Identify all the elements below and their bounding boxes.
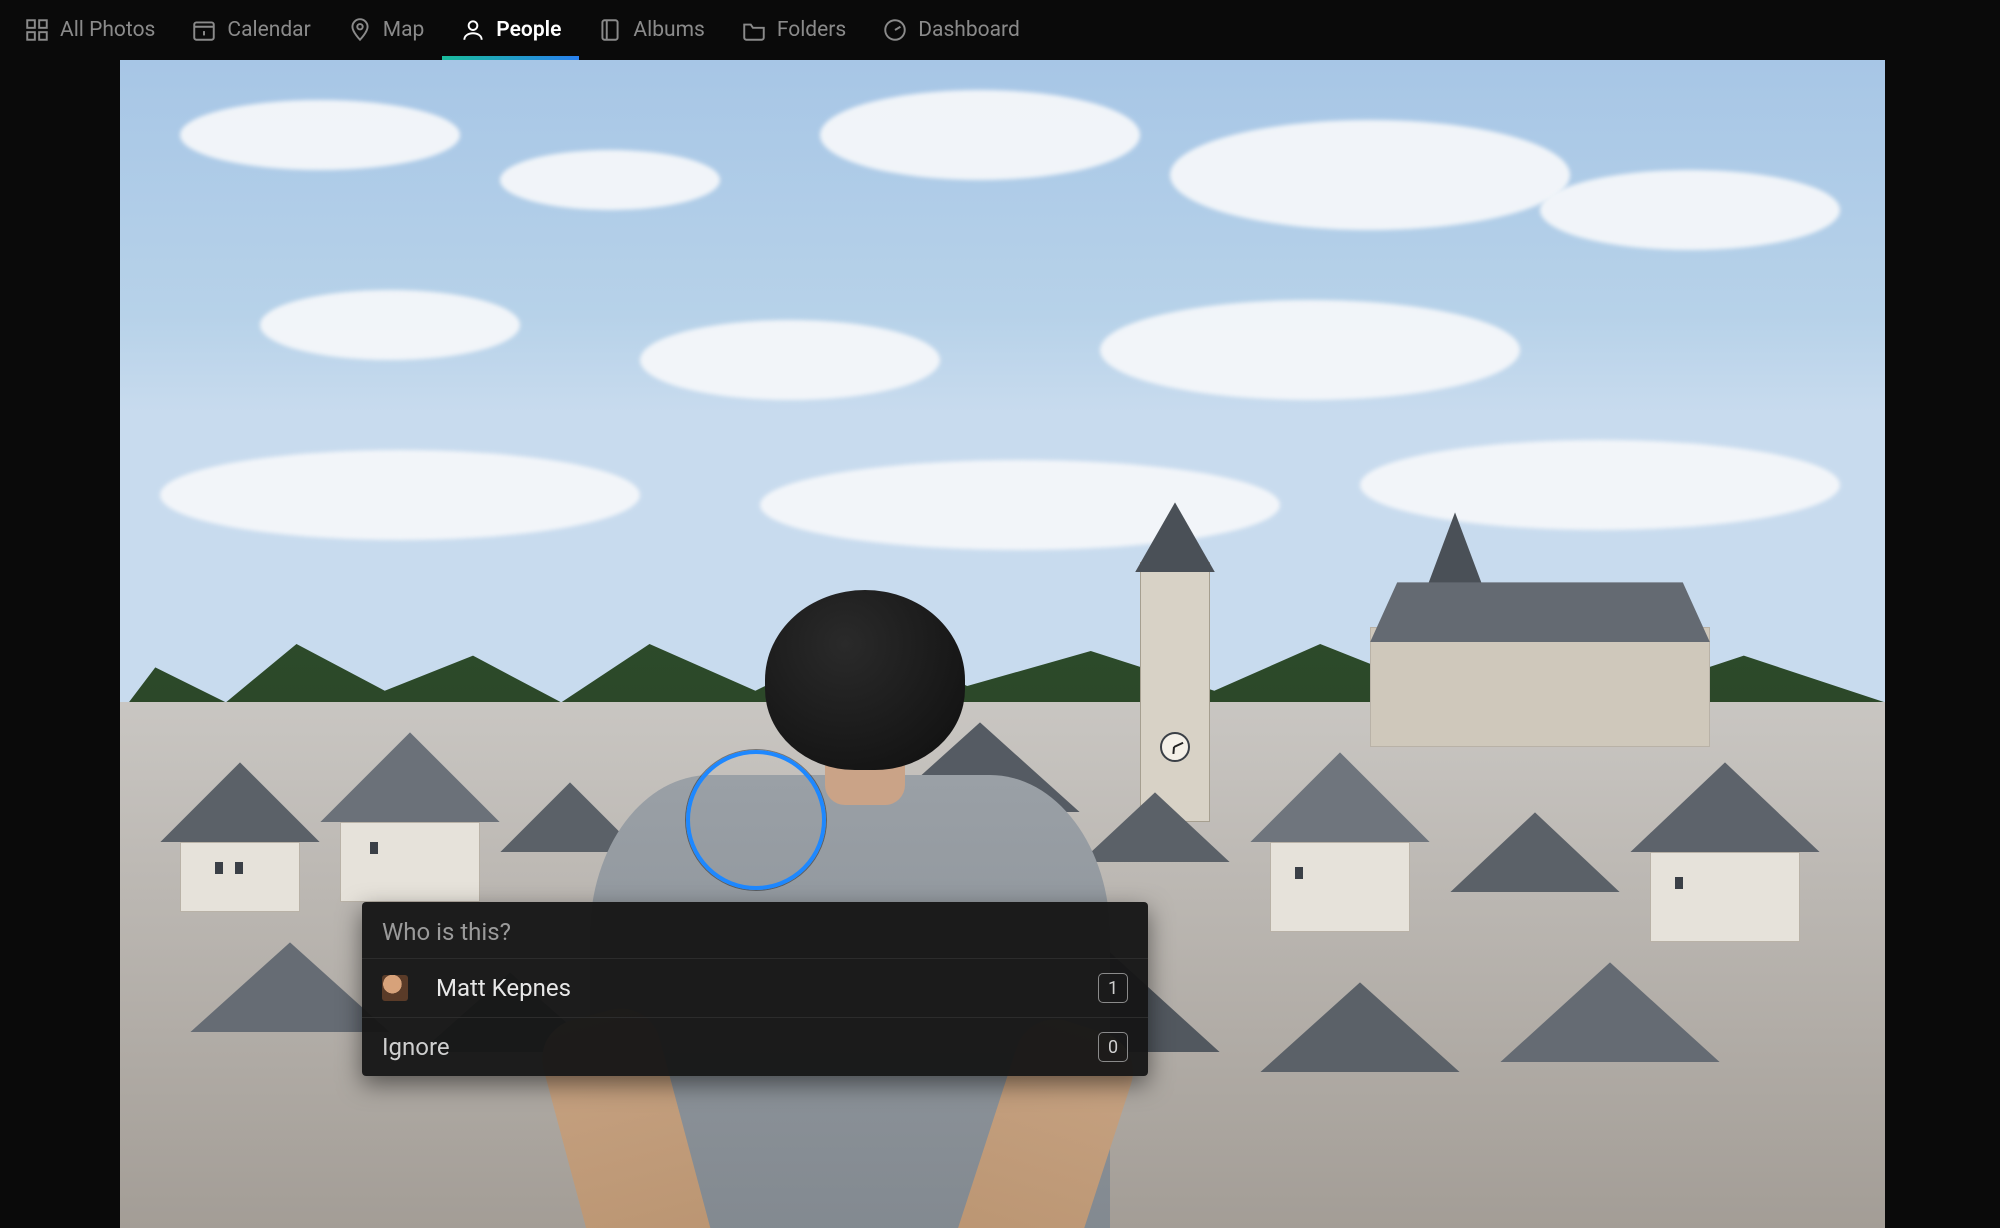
suggestion-name: Matt Kepnes [436, 974, 1098, 1002]
grid-icon [24, 17, 50, 43]
calendar-icon [191, 17, 217, 43]
suggestion-row[interactable]: Matt Kepnes 1 [362, 958, 1148, 1017]
nav-label: Albums [633, 18, 704, 42]
nav-map[interactable]: Map [329, 0, 443, 60]
nav-people[interactable]: People [442, 0, 579, 60]
nav-albums[interactable]: Albums [579, 0, 722, 60]
nav-label: Calendar [227, 18, 310, 42]
person-icon [460, 17, 486, 43]
popover-prompt: Who is this? [362, 902, 1148, 958]
ignore-row[interactable]: Ignore 0 [362, 1017, 1148, 1076]
nav-label: People [496, 18, 561, 42]
nav-all-photos[interactable]: All Photos [6, 0, 173, 60]
nav-calendar[interactable]: Calendar [173, 0, 328, 60]
keyboard-shortcut-badge: 0 [1098, 1032, 1128, 1062]
nav-label: Dashboard [918, 18, 1020, 42]
ignore-label: Ignore [382, 1033, 1098, 1061]
photo-viewer[interactable]: Who is this? Matt Kepnes 1 Ignore 0 [120, 60, 1885, 1228]
album-icon [597, 17, 623, 43]
nav-label: All Photos [60, 18, 155, 42]
nav-label: Folders [777, 18, 846, 42]
keyboard-shortcut-badge: 1 [1098, 973, 1128, 1003]
face-detection-ring[interactable] [686, 750, 826, 890]
top-nav: All Photos Calendar Map People Albums Fo… [0, 0, 2000, 60]
nav-folders[interactable]: Folders [723, 0, 864, 60]
nav-label: Map [383, 18, 425, 42]
folder-icon [741, 17, 767, 43]
pin-icon [347, 17, 373, 43]
avatar [382, 975, 408, 1001]
nav-dashboard[interactable]: Dashboard [864, 0, 1038, 60]
gauge-icon [882, 17, 908, 43]
face-identify-popover: Who is this? Matt Kepnes 1 Ignore 0 [362, 902, 1148, 1076]
